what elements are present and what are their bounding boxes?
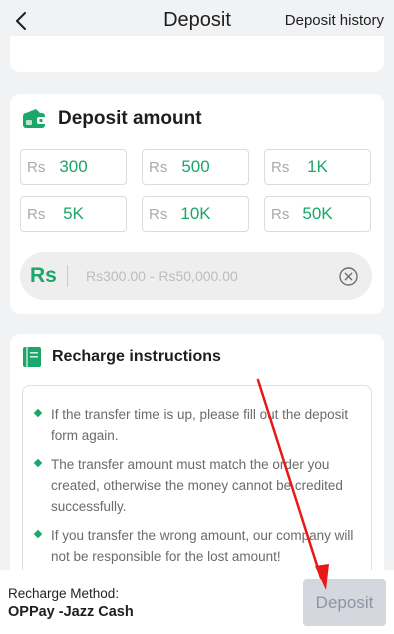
deposit-amount-heading: Deposit amount xyxy=(22,108,202,130)
amount-input-field[interactable]: Rs xyxy=(20,252,372,300)
amount-value: 1K xyxy=(307,157,328,176)
amount-option-500[interactable]: Rs 500 xyxy=(142,149,249,185)
recharge-instructions-title: Recharge instructions xyxy=(52,348,221,365)
amount-option-10k[interactable]: Rs 10K xyxy=(142,196,249,232)
amount-input-prefix: Rs xyxy=(30,264,57,287)
back-button[interactable] xyxy=(8,8,34,34)
amount-option-300[interactable]: Rs 300 xyxy=(20,149,127,185)
list-item: If you transfer the wrong amount, our co… xyxy=(33,525,359,567)
deposit-amount-title: Deposit amount xyxy=(58,108,202,129)
bottom-bar: Recharge Method: OPPay -Jazz Cash Deposi… xyxy=(0,570,394,634)
amount-option-5k[interactable]: Rs 5K xyxy=(20,196,127,232)
instruction-text: If you transfer the wrong amount, our co… xyxy=(51,528,354,564)
amount-value: 300 xyxy=(59,157,88,176)
recharge-instructions-heading: Recharge instructions xyxy=(22,346,221,368)
amount-value: 5K xyxy=(63,204,84,223)
bullet-icon xyxy=(33,529,43,539)
instruction-text: If the transfer time is up, please fill … xyxy=(51,407,349,443)
instruction-text: The transfer amount must match the order… xyxy=(51,457,343,514)
amount-value: 50K xyxy=(302,204,333,223)
recharge-method-label: Recharge Method: xyxy=(8,586,120,601)
clear-button[interactable] xyxy=(339,267,358,286)
amount-value: 500 xyxy=(181,157,210,176)
recharge-method-value: OPPay -Jazz Cash xyxy=(8,604,134,620)
amount-options: Rs 300 Rs 500 Rs 1K Rs 5K Rs 10K Rs 50K xyxy=(20,149,372,232)
wallet-icon xyxy=(23,109,46,128)
book-icon xyxy=(23,347,41,367)
chevron-left-icon xyxy=(16,12,26,30)
amount-option-1k[interactable]: Rs 1K xyxy=(264,149,371,185)
deposit-amount-card: Deposit amount Rs 300 Rs 500 Rs 1K Rs 5K… xyxy=(10,94,384,314)
input-divider xyxy=(67,265,68,287)
previous-card-bottom xyxy=(10,36,384,72)
clear-circle-icon xyxy=(339,267,358,286)
list-item: The transfer amount must match the order… xyxy=(33,454,359,517)
bullet-icon xyxy=(33,458,43,468)
amount-option-50k[interactable]: Rs 50K xyxy=(264,196,371,232)
deposit-history-link[interactable]: Deposit history xyxy=(285,12,384,29)
deposit-button[interactable]: Deposit xyxy=(303,579,386,626)
amount-input[interactable] xyxy=(86,252,326,300)
amount-value: 10K xyxy=(180,204,211,223)
bullet-icon xyxy=(33,408,43,418)
list-item: If the transfer time is up, please fill … xyxy=(33,404,359,446)
